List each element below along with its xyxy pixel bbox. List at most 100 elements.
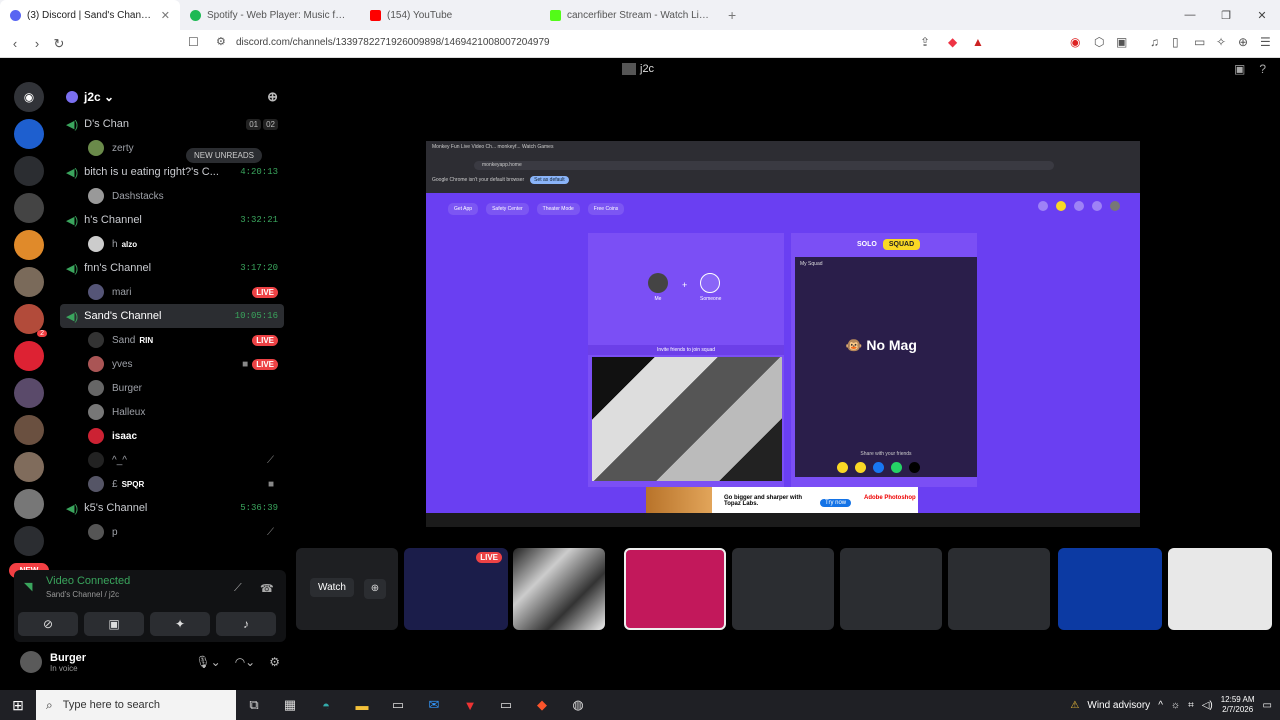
menu-icon[interactable]: ☰: [1260, 35, 1271, 49]
voice-user[interactable]: mari LIVE: [56, 280, 288, 304]
voice-channel[interactable]: ◀) D's Chan 01 02: [56, 112, 288, 136]
microphone-icon[interactable]: 🎙⌄: [195, 655, 220, 669]
close-icon[interactable]: ✕: [161, 9, 170, 22]
participant-tile[interactable]: [948, 548, 1050, 630]
participant-tile[interactable]: [1058, 548, 1162, 630]
server-icon[interactable]: [14, 193, 44, 223]
edge-icon[interactable]: ◓: [308, 690, 344, 720]
window-close-icon[interactable]: ✕: [1244, 9, 1280, 22]
minimize-icon[interactable]: —: [1172, 9, 1208, 21]
server-icon[interactable]: [14, 489, 44, 519]
avatar[interactable]: [20, 651, 42, 673]
leo-icon[interactable]: ✧: [1216, 35, 1226, 49]
add-member-icon[interactable]: ⊕: [267, 89, 278, 105]
new-tab-button[interactable]: +: [720, 7, 744, 23]
participant-tile[interactable]: [1168, 548, 1272, 630]
clock[interactable]: 12:59 AM 2/7/2026: [1221, 695, 1255, 715]
screen-share-button[interactable]: ▣: [84, 612, 144, 636]
tray-icon[interactable]: ☼: [1171, 700, 1180, 711]
camera-off-button[interactable]: ⊘: [18, 612, 78, 636]
weather-status[interactable]: Wind advisory: [1087, 700, 1150, 711]
disconnect-icon[interactable]: ☎: [260, 582, 274, 595]
voice-channel-path[interactable]: Sand's Channel / j2c: [46, 590, 119, 599]
server-icon[interactable]: [14, 267, 44, 297]
app-icon[interactable]: ▼: [452, 690, 488, 720]
vpn-icon[interactable]: ⊕: [1238, 35, 1248, 49]
extension-icon[interactable]: ⬡: [1094, 35, 1104, 49]
noise-suppression-icon[interactable]: ⟋: [234, 582, 242, 595]
outlook-icon[interactable]: ✉: [416, 690, 452, 720]
forward-icon[interactable]: ›: [26, 36, 48, 51]
participant-tile[interactable]: [732, 548, 834, 630]
voice-channel-selected[interactable]: ◀) Sand's Channel 10:05:16: [60, 304, 284, 328]
tray-chevron-icon[interactable]: ^: [1158, 700, 1163, 711]
file-explorer-icon[interactable]: ▬: [344, 690, 380, 720]
url-field[interactable]: discord.com/channels/1339782271926009898…: [236, 37, 550, 48]
voice-user[interactable]: Dashstacks: [56, 184, 288, 208]
voice-user[interactable]: £ SPQR ■: [56, 472, 288, 496]
voice-user[interactable]: Burger: [56, 376, 288, 400]
help-icon[interactable]: ?: [1259, 62, 1266, 76]
stream-tile[interactable]: LIVE: [404, 548, 508, 630]
inbox-icon[interactable]: ▣: [1234, 62, 1245, 76]
discord-home-icon[interactable]: ◉: [14, 82, 44, 112]
soundboard-button[interactable]: ♪: [216, 612, 276, 636]
voice-user[interactable]: Sand RIN LIVE: [56, 328, 288, 352]
server-header[interactable]: j2c ⌄ ⊕: [56, 82, 288, 112]
wallet-icon[interactable]: ▭: [1194, 35, 1205, 49]
maximize-icon[interactable]: ❐: [1208, 9, 1244, 22]
zoom-icon[interactable]: ⊕: [364, 579, 386, 599]
voice-user[interactable]: Halleux: [56, 400, 288, 424]
voice-channel[interactable]: ◀) bitch is u eating right?'s C... 4:20:…: [56, 160, 288, 184]
server-icon[interactable]: 2: [14, 304, 47, 337]
extension-icon[interactable]: ◉: [1070, 35, 1080, 49]
server-icon[interactable]: [14, 452, 44, 482]
server-icon[interactable]: [14, 415, 44, 445]
stream-tile[interactable]: [513, 548, 605, 630]
tab-discord[interactable]: (3) Discord | Sand's Channel | ✕: [0, 0, 180, 30]
brave-icon[interactable]: ◆: [524, 690, 560, 720]
notification-icon[interactable]: ▭: [1263, 700, 1272, 711]
voice-user[interactable]: isaac: [56, 424, 288, 448]
volume-icon[interactable]: ◁): [1202, 700, 1213, 711]
server-icon[interactable]: [14, 230, 44, 260]
headphones-icon[interactable]: ◠⌄: [235, 655, 256, 669]
server-icon[interactable]: [14, 341, 44, 371]
app-icon[interactable]: ◍: [560, 690, 596, 720]
screen-share-stream[interactable]: Monkey Fun Live Video Ch... monkeyf... W…: [426, 141, 1140, 527]
task-view-icon[interactable]: ⧉: [236, 690, 272, 720]
server-folder-icon[interactable]: [14, 156, 44, 186]
voice-channel[interactable]: ◀) k5's Channel 5:36:39: [56, 496, 288, 520]
voice-user[interactable]: yves ■ LIVE: [56, 352, 288, 376]
voice-user[interactable]: ^_^ ⟋: [56, 448, 288, 472]
voice-channel[interactable]: ◀) fnn's Channel 3:17:20: [56, 256, 288, 280]
voice-channel[interactable]: ◀) h's Channel 3:32:21: [56, 208, 288, 232]
tab-spotify[interactable]: Spotify - Web Player: Music for every: [180, 0, 360, 30]
tab-kick[interactable]: cancerfiber Stream - Watch Live on: [540, 0, 720, 30]
participant-tile[interactable]: [840, 548, 942, 630]
taskbar-search[interactable]: ⌕ Type here to search: [36, 690, 236, 720]
music-icon[interactable]: ♫: [1150, 35, 1159, 49]
extension-icon[interactable]: ▣: [1116, 35, 1127, 49]
settings-icon[interactable]: ⚙: [269, 655, 280, 669]
voice-user[interactable]: p ⟋: [56, 520, 288, 544]
activities-button[interactable]: ✦: [150, 612, 210, 636]
voice-user[interactable]: h alzo: [56, 232, 288, 256]
start-icon[interactable]: ⊞: [0, 697, 36, 714]
participant-tile[interactable]: [624, 548, 726, 630]
brave-shield-icon[interactable]: ◆: [948, 35, 957, 49]
server-icon[interactable]: [14, 119, 44, 149]
brave-rewards-icon[interactable]: ▲: [972, 35, 984, 49]
server-folder-icon[interactable]: [14, 526, 44, 556]
share-icon[interactable]: ⇪: [920, 35, 930, 49]
bookmark-icon[interactable]: ☐: [188, 35, 199, 49]
app-icon[interactable]: ▭: [488, 690, 524, 720]
reload-icon[interactable]: ↻: [48, 36, 70, 52]
site-info-icon[interactable]: ⚙: [216, 35, 226, 48]
network-icon[interactable]: ⌗: [1188, 700, 1194, 711]
sidebar-icon[interactable]: ▯: [1172, 35, 1179, 49]
store-icon[interactable]: ▦: [272, 690, 308, 720]
tab-youtube[interactable]: (154) YouTube: [360, 0, 540, 30]
back-icon[interactable]: ‹: [4, 36, 26, 51]
terminal-icon[interactable]: ▭: [380, 690, 416, 720]
